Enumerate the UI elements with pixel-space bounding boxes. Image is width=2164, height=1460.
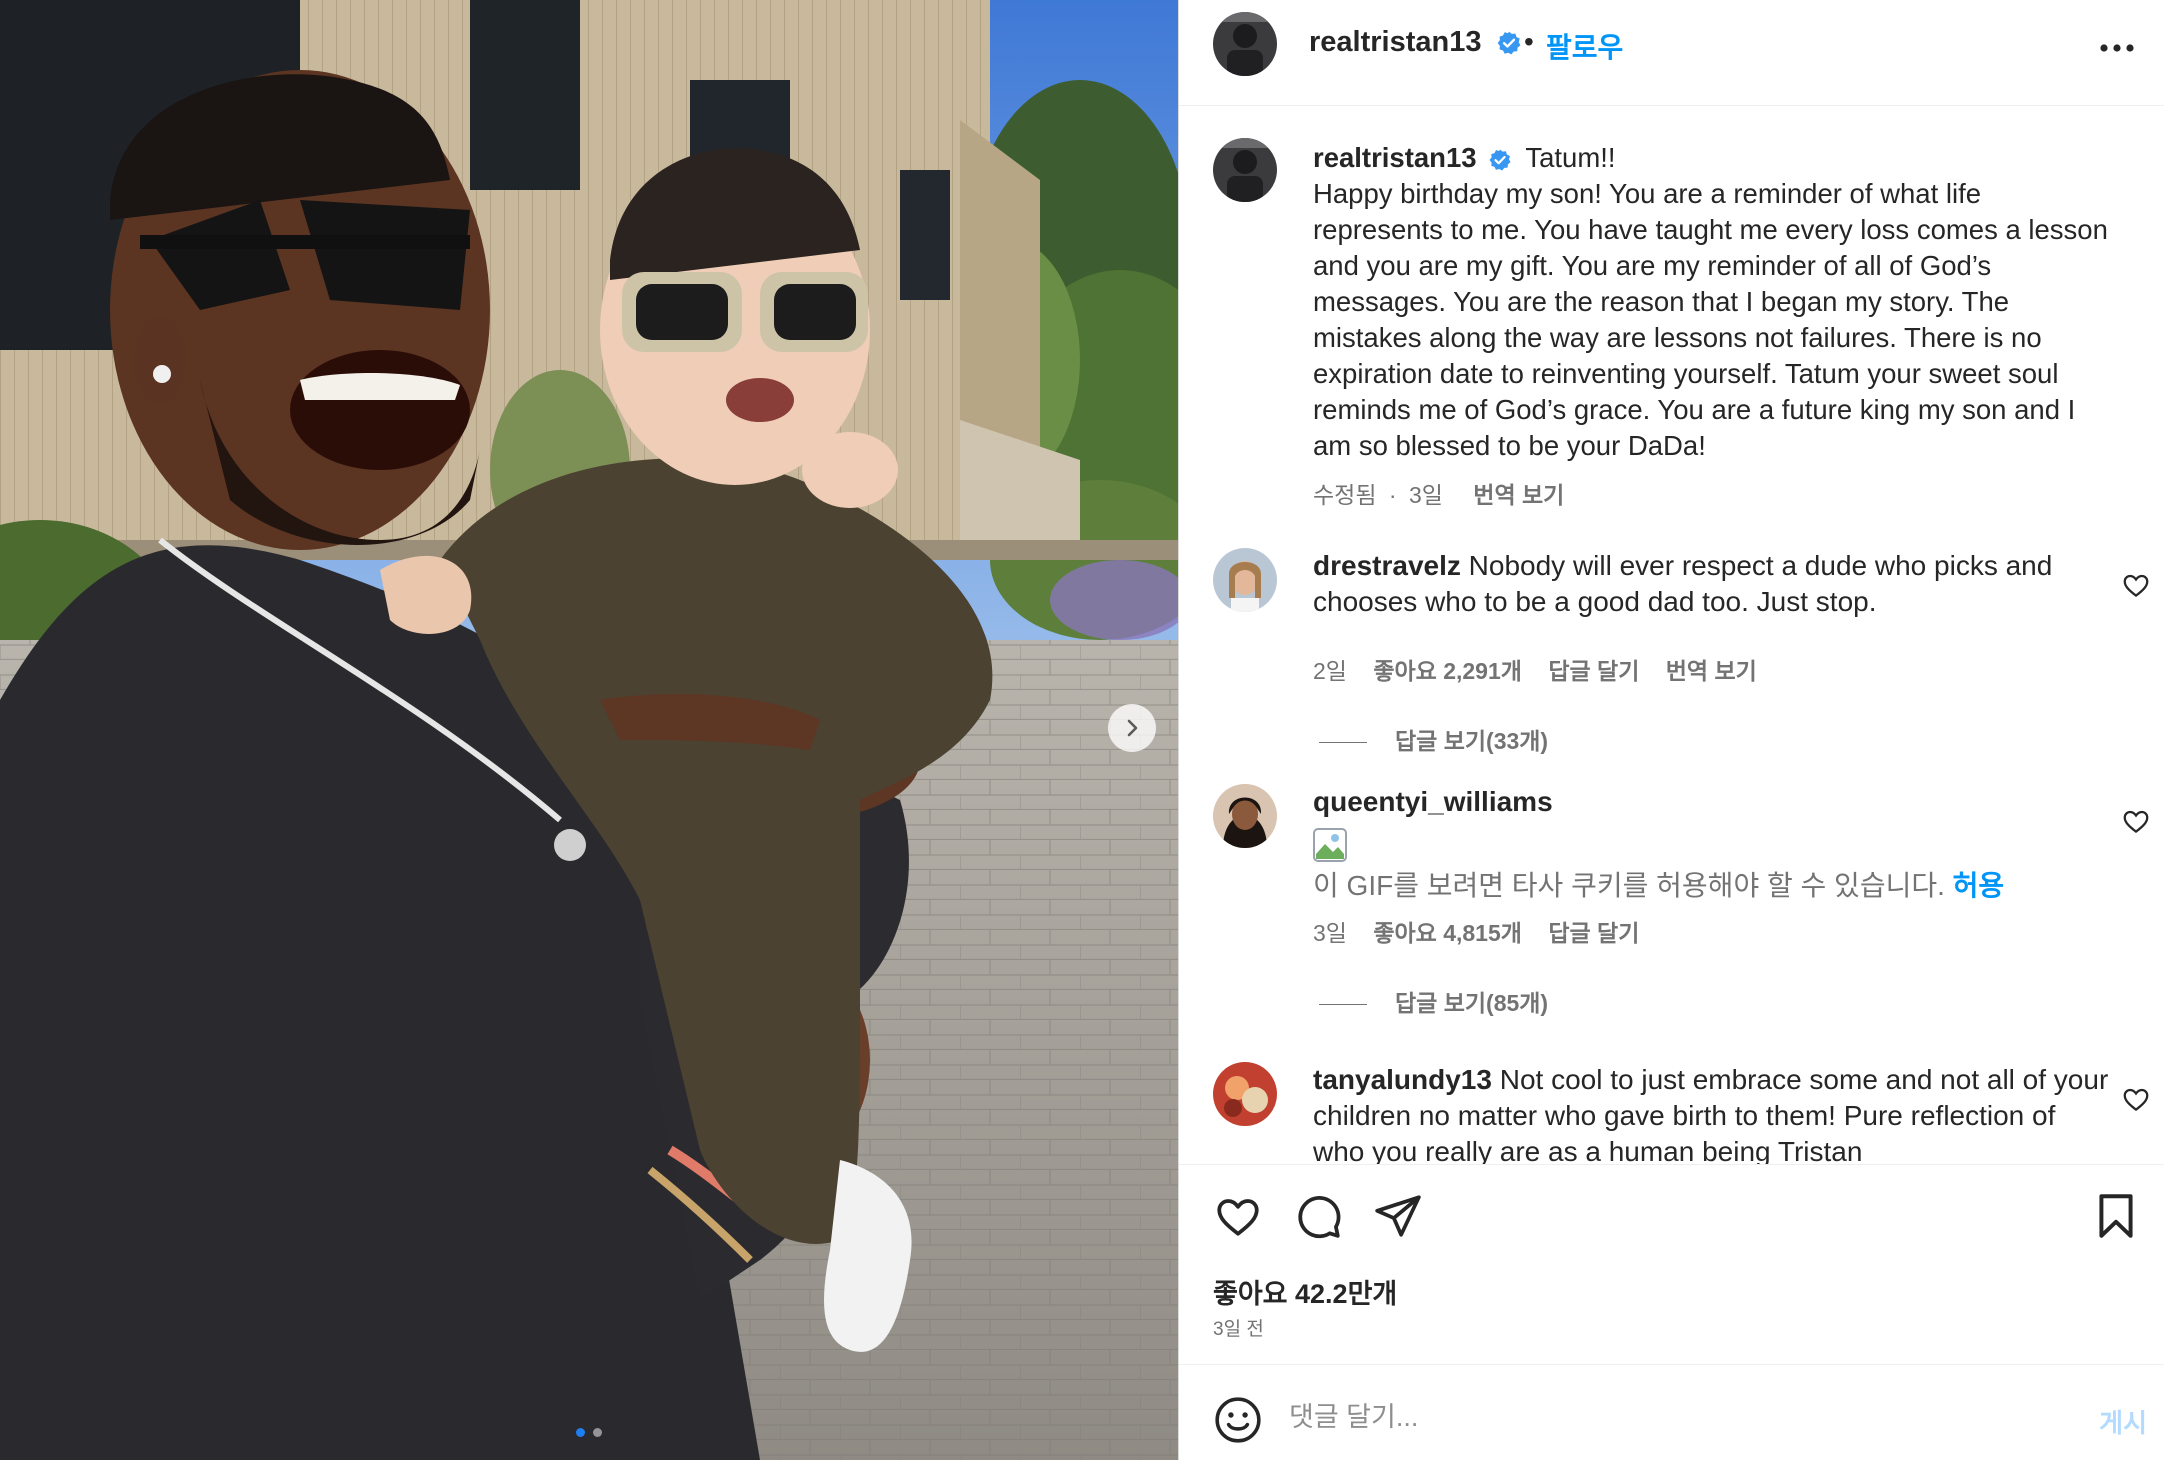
caption-username[interactable]: realtristan13	[1313, 142, 1477, 173]
commenter-avatar-image	[1213, 1062, 1277, 1126]
like-count[interactable]: 좋아요 42.2만개	[1213, 1272, 1397, 1311]
like-heart-icon[interactable]	[1213, 1191, 1263, 1241]
caption-avatar-image	[1213, 138, 1277, 202]
author-username[interactable]: realtristan13	[1309, 26, 1522, 59]
carousel-dot	[593, 1428, 602, 1437]
verified-badge-icon	[1497, 31, 1520, 55]
author-avatar-image	[1213, 12, 1277, 76]
comment-likes[interactable]: 좋아요 4,815개	[1373, 920, 1522, 946]
caption-first-line: Tatum!!	[1525, 142, 1616, 173]
caption-text: realtristan13 Tatum!! Happy birthday my …	[1313, 140, 2113, 464]
like-comment-heart-icon[interactable]	[2121, 1084, 2151, 1114]
comment-text: tanyalundy13 Not cool to just embrace so…	[1313, 1062, 2113, 1164]
carousel-next-button[interactable]	[1108, 704, 1156, 752]
comment-meta: 3일 좋아요 4,815개 답글 달기	[1313, 914, 1659, 948]
comment-input[interactable]	[1289, 1391, 2029, 1443]
like-comment-heart-icon[interactable]	[2121, 806, 2151, 836]
broken-gif-image-icon	[1313, 828, 1347, 862]
comment-text: drestravelz Nobody will ever respect a d…	[1313, 548, 2113, 620]
allow-cookies-link[interactable]: 허용	[1953, 870, 2005, 901]
gif-notice: 이 GIF를 보려면 타사 쿠키를 허용해야 할 수 있습니다. 허용	[1313, 868, 2113, 904]
comment-username[interactable]: tanyalundy13	[1313, 1064, 1492, 1095]
comment-time: 2일	[1313, 658, 1347, 684]
caption-avatar[interactable]	[1213, 138, 1277, 202]
caption-meta: 수정됨 · 3일 번역 보기	[1313, 476, 1584, 510]
post-photo[interactable]	[0, 0, 1178, 1460]
emoji-smiley-icon[interactable]	[1213, 1395, 1263, 1445]
caption-time: 3일	[1408, 482, 1443, 508]
caption-translate-button[interactable]: 번역 보기	[1473, 482, 1564, 508]
reply-button[interactable]: 답글 달기	[1548, 658, 1639, 684]
save-bookmark-icon[interactable]	[2091, 1191, 2141, 1241]
chevron-right-icon	[1127, 719, 1138, 737]
post-photo-image	[0, 0, 1178, 1460]
comment-translate-button[interactable]: 번역 보기	[1666, 658, 1757, 684]
author-avatar[interactable]	[1213, 12, 1277, 76]
comment-meta: 2일 좋아요 2,291개 답글 달기 번역 보기	[1313, 652, 1777, 686]
comment-username[interactable]: drestravelz	[1313, 550, 1461, 581]
carousel-dot-active	[576, 1428, 585, 1437]
comments-scroll-area[interactable]: realtristan13 Tatum!! Happy birthday my …	[1179, 106, 2164, 1164]
comment-username[interactable]: queentyi_williams	[1313, 786, 1553, 817]
carousel-indicator	[0, 1428, 1178, 1437]
caption-dot: ·	[1388, 482, 1397, 508]
commenter-avatar[interactable]	[1213, 1062, 1277, 1126]
replies-divider	[1319, 742, 1367, 744]
commenter-avatar[interactable]	[1213, 548, 1277, 612]
header-separator: •	[1524, 26, 1534, 57]
post-header: realtristan13 • 팔로우	[1179, 0, 2164, 106]
follow-button[interactable]: 팔로우	[1546, 26, 1623, 66]
commenter-avatar-image	[1213, 548, 1277, 612]
commenter-avatar[interactable]	[1213, 784, 1277, 848]
gif-notice-text: 이 GIF를 보려면 타사 쿠키를 허용해야 할 수 있습니다.	[1313, 870, 1945, 901]
comment-time: 3일	[1313, 920, 1347, 946]
author-username-text: realtristan13	[1309, 26, 1482, 58]
more-options-icon	[2100, 44, 2134, 52]
comment-text: queentyi_williams	[1313, 784, 2113, 820]
caption-edited: 수정됨	[1313, 482, 1377, 508]
replies-divider	[1319, 1004, 1367, 1006]
like-comment-heart-icon[interactable]	[2121, 570, 2151, 600]
view-replies-label: 답글 보기(85개)	[1395, 990, 1549, 1016]
reply-button[interactable]: 답글 달기	[1548, 920, 1639, 946]
verified-badge-icon	[1489, 149, 1511, 171]
commenter-avatar-image	[1213, 784, 1277, 848]
add-comment-bar: 게시	[1179, 1364, 2164, 1460]
caption-body: Happy birthday my son! You are a reminde…	[1313, 178, 2108, 461]
view-replies-button[interactable]: 답글 보기(33개)	[1319, 722, 1548, 756]
more-options-button[interactable]	[2087, 28, 2147, 68]
post-date: 3일 전	[1213, 1319, 1264, 1340]
post-comment-button[interactable]: 게시	[2099, 1403, 2147, 1440]
share-send-icon[interactable]	[1373, 1191, 1423, 1241]
comment-likes[interactable]: 좋아요 2,291개	[1373, 658, 1522, 684]
view-replies-button[interactable]: 답글 보기(85개)	[1319, 984, 1548, 1018]
view-replies-label: 답글 보기(33개)	[1395, 728, 1549, 754]
post-side-panel: realtristan13 • 팔로우 realtristan13 Tatum!…	[1178, 0, 2164, 1460]
post-action-bar	[1179, 1164, 2164, 1264]
comment-bubble-icon[interactable]	[1293, 1191, 1343, 1241]
